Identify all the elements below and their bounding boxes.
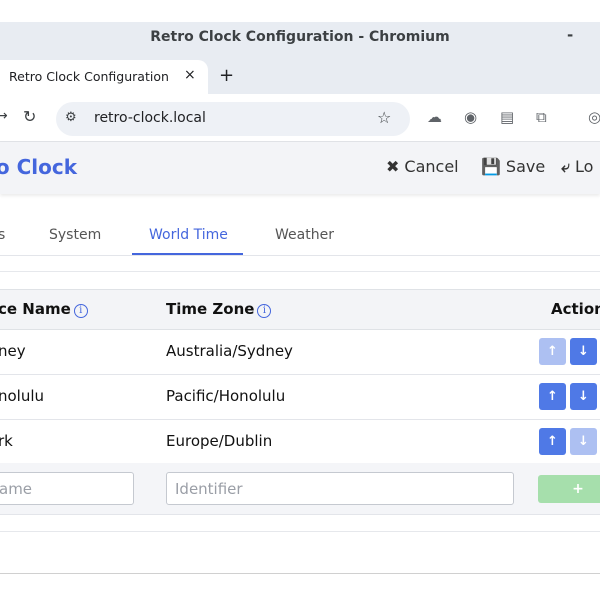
window-title: Retro Clock Configuration - Chromium xyxy=(150,29,450,45)
table-row: rk Europe/Dublin ↑ ↓ xyxy=(0,420,600,465)
table-row: nolulu Pacific/Honolulu ↑ ↓ xyxy=(0,375,600,420)
place-name-cell: rk xyxy=(0,432,13,450)
place-name-cell: ney xyxy=(0,342,26,360)
cancel-label: Cancel xyxy=(404,157,459,176)
save-button[interactable]: 💾 Save xyxy=(481,157,545,176)
move-down-button[interactable]: ↓ xyxy=(570,338,597,365)
settings-tabs: s System World Time Weather xyxy=(0,218,600,256)
divider xyxy=(0,531,600,532)
move-down-button[interactable]: ↓ xyxy=(570,383,597,410)
save-label: Save xyxy=(505,157,546,176)
time-zone-input[interactable] xyxy=(166,472,514,505)
move-up-button[interactable]: ↑ xyxy=(539,338,566,365)
time-zone-cell: Pacific/Honolulu xyxy=(166,387,286,405)
table-header: ce Name i Time Zone i Action xyxy=(0,289,600,330)
puzzle-icon[interactable]: ⧉ xyxy=(536,108,547,126)
camera-icon[interactable]: ◉ xyxy=(464,108,477,126)
url-text[interactable]: retro-clock.local xyxy=(94,110,206,126)
profile-icon[interactable]: ◎ xyxy=(588,108,600,126)
address-bar[interactable]: ⚙ retro-clock.local ☆ xyxy=(56,102,410,136)
logout-icon: ⤶ xyxy=(561,157,570,176)
header-place-label: ce Name xyxy=(0,300,71,318)
info-icon[interactable]: i xyxy=(257,304,272,318)
add-row: + xyxy=(0,463,600,515)
browser-tab[interactable]: Retro Clock Configuration × xyxy=(0,60,208,94)
browser-window: Retro Clock Configuration - Chromium - R… xyxy=(0,22,600,574)
cancel-icon: ✖ xyxy=(386,157,400,176)
browser-toolbar: → ↻ ⚙ retro-clock.local ☆ ☁ ◉ ▤ ⧉ ◎ xyxy=(0,94,600,142)
place-name-input[interactable] xyxy=(0,472,134,505)
table-row: ney Australia/Sydney ↑ ↓ xyxy=(0,330,600,375)
tab-system[interactable]: System xyxy=(49,227,101,243)
reload-icon[interactable]: ↻ xyxy=(23,107,36,126)
tab-world-time[interactable]: World Time xyxy=(149,227,228,243)
tab-strip: Retro Clock Configuration × + xyxy=(0,56,600,94)
browser-tab-title: Retro Clock Configuration xyxy=(9,69,169,84)
header-time-zone: Time Zone i xyxy=(166,300,272,318)
star-icon[interactable]: ☆ xyxy=(377,108,391,127)
header-place-name: ce Name i xyxy=(0,300,88,318)
header-actions: Action xyxy=(551,300,600,318)
move-down-button[interactable]: ↓ xyxy=(570,428,597,455)
minimize-button[interactable]: - xyxy=(567,26,573,44)
cancel-button[interactable]: ✖ Cancel xyxy=(386,157,459,176)
new-tab-button[interactable]: + xyxy=(219,65,234,86)
logout-label: Lo xyxy=(574,157,594,176)
logout-button[interactable]: ⤶ Lo xyxy=(561,157,593,177)
title-bar: Retro Clock Configuration - Chromium - xyxy=(0,22,600,56)
info-icon[interactable]: i xyxy=(73,304,88,318)
cloud-icon[interactable]: ☁ xyxy=(427,108,442,126)
divider xyxy=(0,271,600,272)
place-name-cell: nolulu xyxy=(0,387,45,405)
app-header: ro Clock ✖Cancel 💾Save ⤶Lo xyxy=(0,142,600,194)
close-tab-icon[interactable]: × xyxy=(184,67,196,83)
time-zone-cell: Europe/Dublin xyxy=(166,432,273,450)
move-up-button[interactable]: ↑ xyxy=(539,383,566,410)
app-brand: ro Clock xyxy=(0,155,77,179)
move-up-button[interactable]: ↑ xyxy=(539,428,566,455)
tab-partial[interactable]: s xyxy=(0,227,5,243)
add-location-button[interactable]: + xyxy=(538,475,600,503)
easel-icon[interactable]: ▤ xyxy=(500,108,514,126)
time-zone-cell: Australia/Sydney xyxy=(166,342,293,360)
back-arrow-icon[interactable]: → xyxy=(0,108,8,124)
active-tab-indicator xyxy=(132,253,243,255)
header-timezone-label: Time Zone xyxy=(166,300,255,318)
save-icon: 💾 xyxy=(481,157,501,176)
tune-icon[interactable]: ⚙ xyxy=(65,110,77,125)
tab-weather[interactable]: Weather xyxy=(275,227,334,243)
